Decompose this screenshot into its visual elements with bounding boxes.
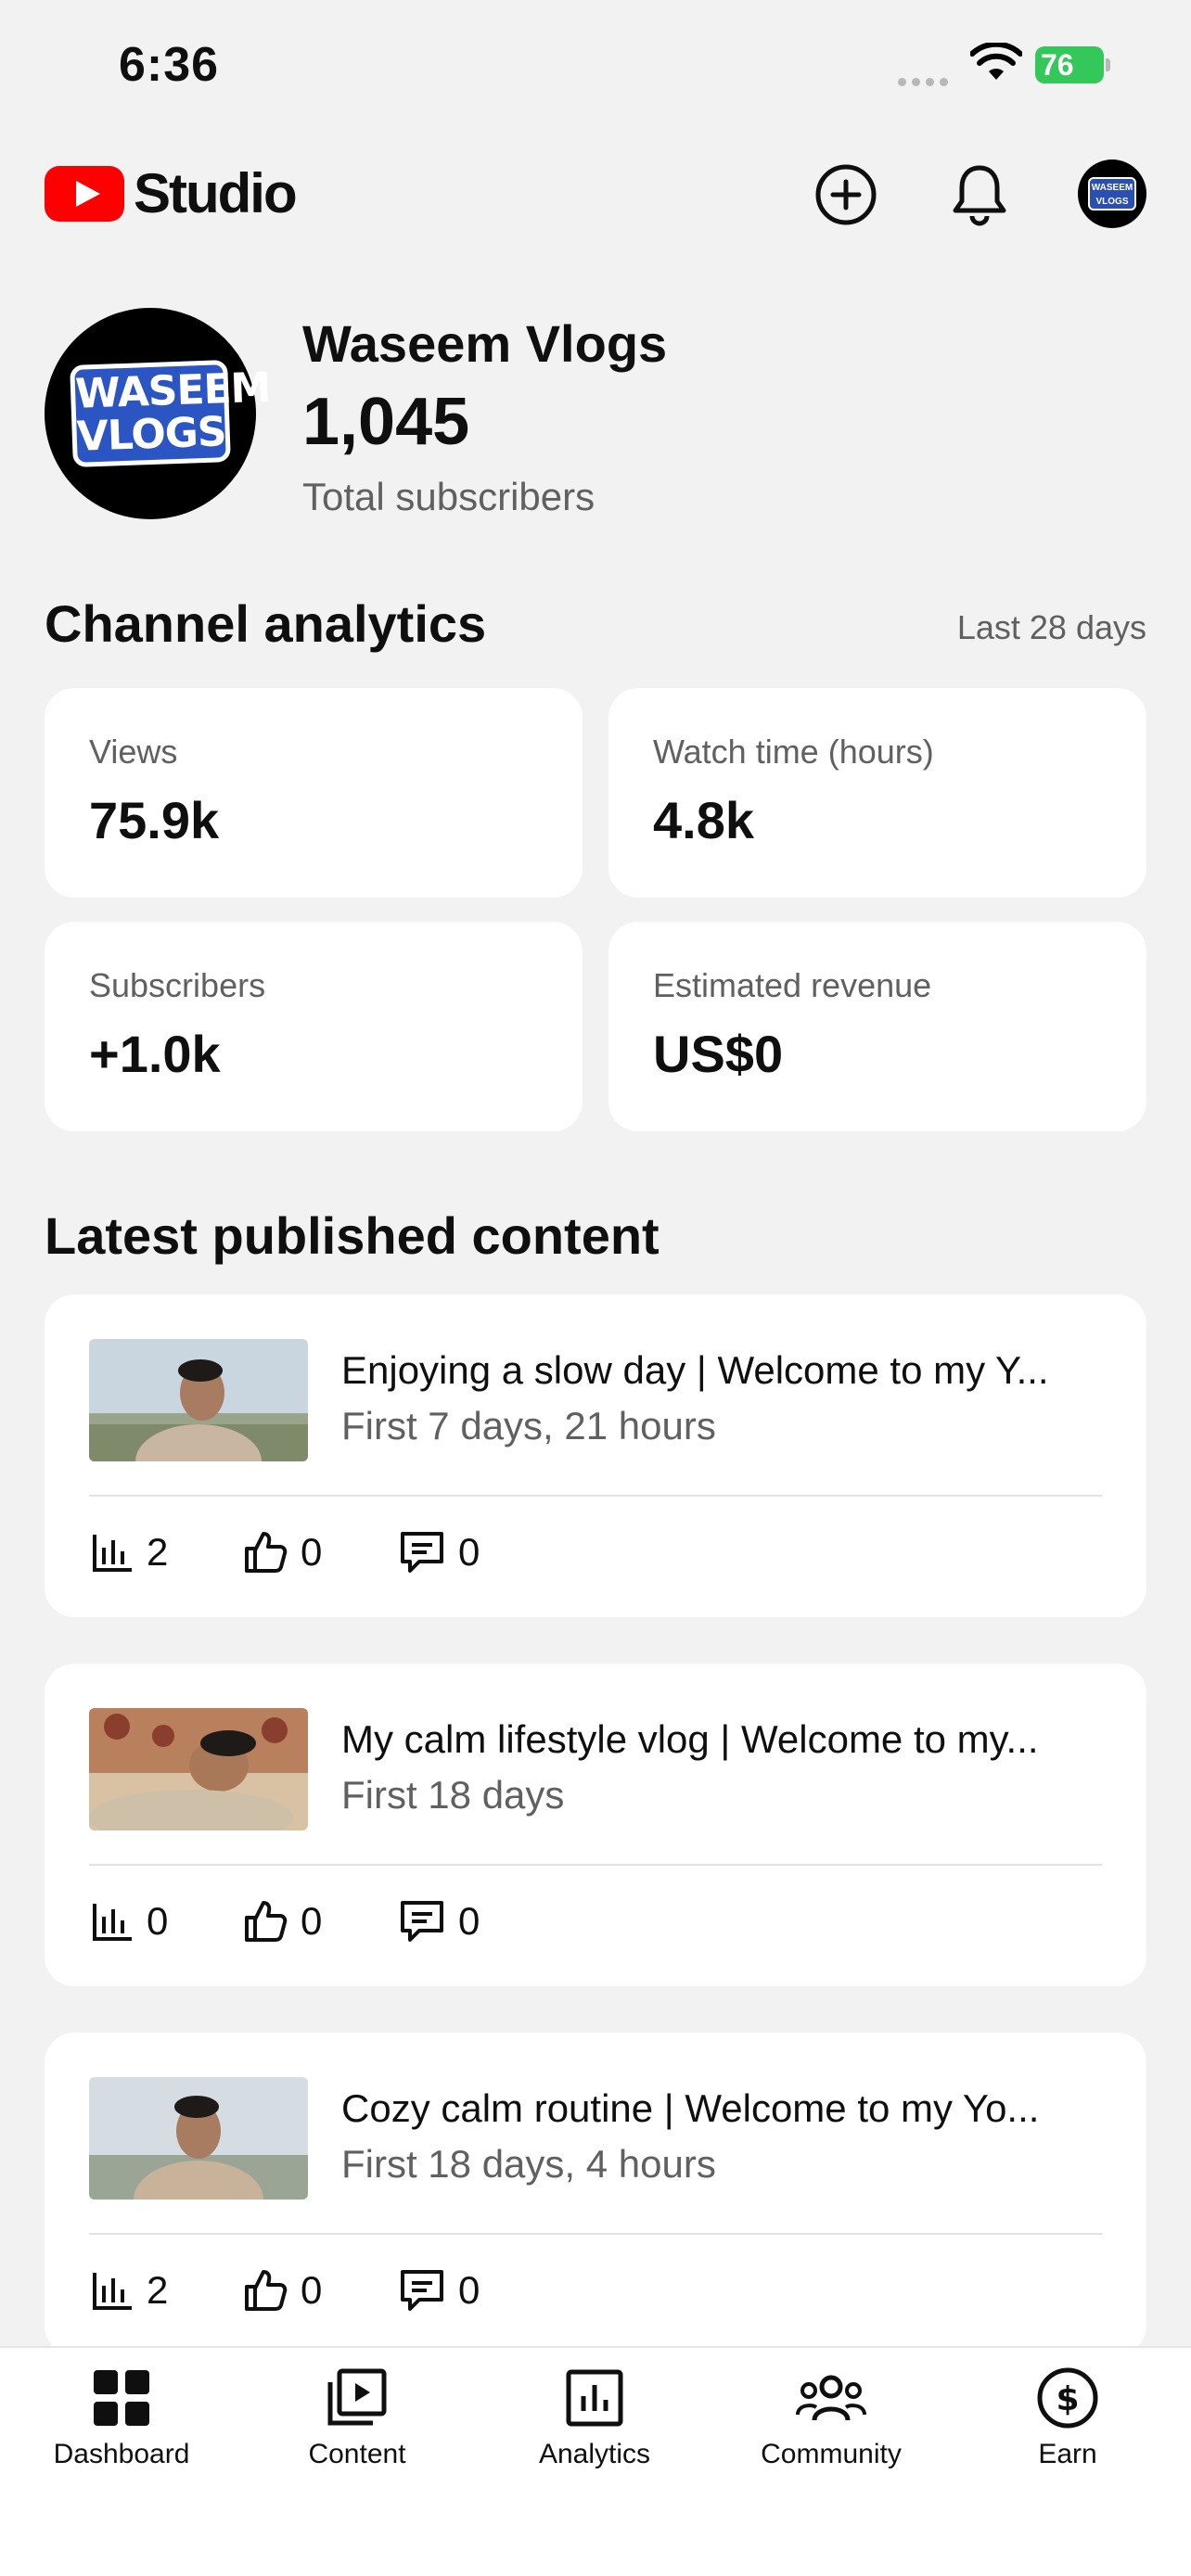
content-title: Cozy calm routine | Welcome to my Yo... [341, 2086, 1040, 2130]
account-avatar-badge: WASEEM VLOGS [1088, 177, 1136, 210]
stat-value: +1.0k [89, 1025, 221, 1083]
date-range-label[interactable]: Last 28 days [957, 608, 1146, 647]
wifi-icon [970, 43, 1022, 80]
analytics-section-title: Channel analytics [45, 594, 487, 653]
youtube-studio-logo: Studio [45, 161, 298, 225]
stat-card-watch-time[interactable]: Watch time (hours) 4.8k [608, 688, 1146, 898]
logo-text: Studio [134, 162, 298, 224]
stat-label: Estimated revenue [653, 966, 932, 1004]
nav-analytics[interactable]: Analytics [483, 2361, 706, 2470]
likes-count: 0 [301, 1530, 323, 1574]
stat-card-revenue[interactable]: Estimated revenue US$0 [608, 922, 1146, 1131]
bar-chart-icon [93, 1535, 132, 1572]
content-card[interactable]: Cozy calm routine | Welcome to my Yo... … [45, 2033, 1146, 2355]
comments-metric: 0 [399, 1895, 480, 1947]
content-title: My calm lifestyle vlog | Welcome to my..… [341, 1717, 1039, 1761]
battery-indicator: 76 [1035, 46, 1110, 83]
views-metric: 0 [91, 1895, 168, 1947]
latest-content-title: Latest published content [45, 1206, 660, 1265]
views-metric: 2 [91, 2264, 168, 2316]
content-icon [320, 2361, 394, 2435]
bottom-navigation: Dashboard Content Analytics Community $ … [0, 2346, 1191, 2576]
nav-dashboard[interactable]: Dashboard [10, 2361, 233, 2470]
likes-metric: 0 [243, 1526, 322, 1578]
stat-card-views[interactable]: Views 75.9k [45, 688, 583, 898]
bar-chart-icon [93, 2273, 132, 2310]
bell-icon [953, 165, 1006, 226]
notifications-button[interactable] [942, 158, 1017, 232]
youtube-play-icon [45, 165, 124, 222]
nav-label: Dashboard [53, 2439, 190, 2469]
nav-content[interactable]: Content [246, 2361, 468, 2470]
likes-metric: 0 [243, 1895, 322, 1947]
nav-earn[interactable]: $ Earn [956, 2361, 1179, 2470]
views-metric: 2 [91, 1526, 168, 1578]
community-icon [794, 2361, 868, 2435]
divider [89, 1495, 1102, 1497]
content-subtitle: First 18 days, 4 hours [341, 2142, 716, 2186]
comments-count: 0 [458, 1899, 480, 1943]
comment-icon [401, 1901, 443, 1942]
content-card[interactable]: Enjoying a slow day | Welcome to my Y...… [45, 1294, 1146, 1617]
divider [89, 1864, 1102, 1866]
nav-label: Content [308, 2439, 406, 2469]
stat-value: 75.9k [89, 791, 220, 849]
nav-community[interactable]: Community [720, 2361, 942, 2470]
stat-value: 4.8k [653, 791, 754, 849]
account-avatar[interactable]: WASEEM VLOGS [1078, 159, 1146, 228]
comments-metric: 0 [399, 2264, 480, 2316]
stat-value: US$0 [653, 1025, 784, 1083]
comment-icon [401, 2270, 443, 2311]
stat-label: Subscribers [89, 966, 266, 1004]
channel-avatar[interactable]: WASEEM VLOGS [45, 308, 271, 519]
stat-card-subscribers[interactable]: Subscribers +1.0k [45, 922, 583, 1131]
likes-metric: 0 [243, 2264, 322, 2316]
subscriber-count: 1,045 [302, 385, 470, 459]
video-thumbnail [89, 2077, 308, 2200]
status-bar: 6:36 76 [0, 0, 1191, 130]
nav-label: Earn [1038, 2439, 1097, 2469]
views-count: 2 [147, 1530, 169, 1574]
comments-count: 0 [458, 2268, 480, 2312]
video-thumbnail [89, 1708, 308, 1830]
stat-label: Views [89, 733, 178, 771]
svg-text:$: $ [1056, 2380, 1079, 2418]
likes-count: 0 [301, 1899, 323, 1943]
thumbs-up-icon [245, 1532, 288, 1573]
channel-name: Waseem Vlogs [302, 314, 668, 373]
comments-count: 0 [458, 1530, 480, 1574]
nav-label: Analytics [538, 2439, 651, 2469]
content-title: Enjoying a slow day | Welcome to my Y... [341, 1348, 1049, 1392]
video-thumbnail [89, 1339, 308, 1461]
subscriber-label: Total subscribers [302, 475, 596, 518]
comment-icon [401, 1532, 443, 1573]
content-subtitle: First 18 days [341, 1773, 565, 1817]
views-count: 2 [147, 2268, 169, 2312]
comments-metric: 0 [399, 1526, 480, 1578]
status-time: 6:36 [119, 38, 220, 92]
app-header: Studio WASEEM VLOGS [0, 139, 1191, 250]
cellular-signal-icon [898, 74, 954, 86]
battery-level: 76 [1035, 46, 1104, 83]
thumbs-up-icon [245, 1901, 288, 1942]
bar-chart-icon [93, 1904, 132, 1941]
earn-icon: $ [1031, 2361, 1105, 2435]
analytics-icon [557, 2361, 632, 2435]
divider [89, 2233, 1102, 2235]
content-subtitle: First 7 days, 21 hours [341, 1404, 716, 1447]
plus-circle-icon [815, 164, 877, 225]
dashboard-icon [84, 2361, 159, 2435]
nav-label: Community [761, 2439, 902, 2469]
create-button[interactable] [809, 158, 883, 232]
thumbs-up-icon [245, 2270, 288, 2311]
views-count: 0 [147, 1899, 169, 1943]
likes-count: 0 [301, 2268, 323, 2312]
content-card[interactable]: My calm lifestyle vlog | Welcome to my..… [45, 1664, 1146, 1986]
channel-logo: WASEEM VLOGS [70, 360, 271, 467]
stat-label: Watch time (hours) [653, 733, 934, 771]
channel-logo-line2: VLOGS [75, 408, 227, 461]
